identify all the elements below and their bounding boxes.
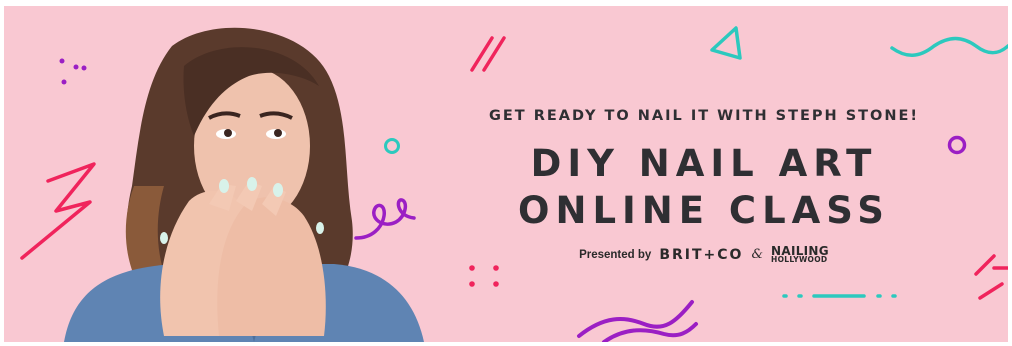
tagline: GET READY TO NAIL IT WITH STEPH STONE!: [488, 108, 920, 124]
banner-text: GET READY TO NAIL IT WITH STEPH STONE! D…: [424, 6, 984, 342]
pink-zigzag: [20, 162, 96, 260]
teal-ring: [384, 138, 400, 154]
promo-banner[interactable]: GET READY TO NAIL IT WITH STEPH STONE! D…: [4, 6, 1008, 342]
title-line-1: DIY NAIL ART: [530, 142, 878, 185]
presented-by: Presented by: [579, 248, 652, 261]
ampersand: &: [751, 247, 764, 263]
nailing-hollywood-logo: NAILING HOLLYWOOD: [771, 245, 829, 264]
nailing-hollywood-line2: HOLLYWOOD: [771, 254, 828, 264]
credits: Presented by BRIT+CO & NAILING HOLLYWOOD: [424, 245, 984, 264]
purple-dots: [59, 58, 87, 85]
brit-co-logo: BRIT+CO: [659, 246, 744, 263]
title-line-2: ONLINE CLASS: [518, 189, 890, 232]
purple-squiggle: [354, 198, 416, 240]
